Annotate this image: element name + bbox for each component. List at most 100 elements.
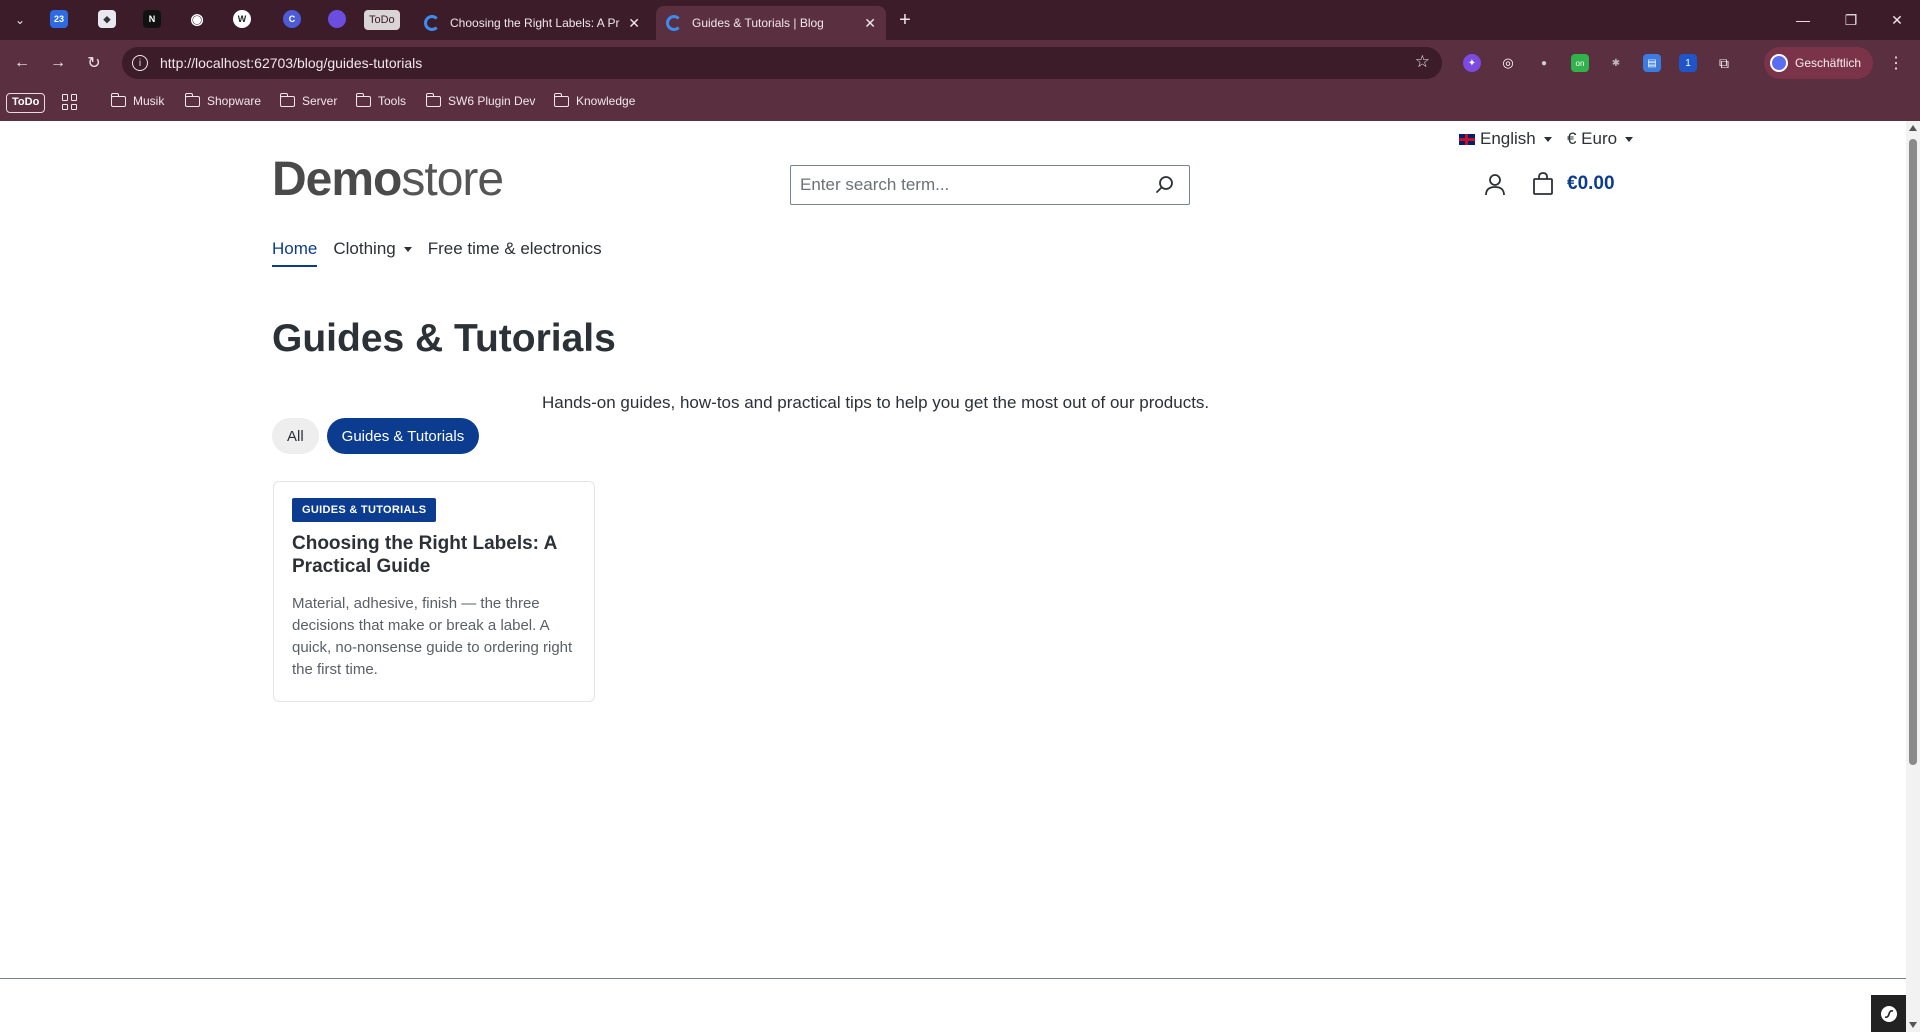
extension-shield-icon[interactable]: 1 — [1679, 54, 1697, 72]
tab-title: Choosing the Right Labels: A Practical G… — [450, 16, 620, 30]
pinned-wordpress-icon[interactable]: W — [233, 10, 251, 28]
filter-chip-all[interactable]: All — [272, 418, 319, 454]
bookmark-label: Shopware — [207, 94, 262, 108]
chevron-down-icon — [403, 246, 412, 252]
tab-title: Guides & Tutorials | Blog — [692, 16, 824, 30]
folder-icon — [356, 92, 371, 107]
pinned-todo-tab[interactable]: ToDo — [364, 10, 400, 30]
folder-icon — [185, 92, 200, 107]
restore-icon[interactable]: ❐ — [1836, 8, 1866, 32]
bookmark-folder-knowledge[interactable]: Knowledge — [554, 92, 636, 108]
bookmark-label: SW6 Plugin Dev — [448, 94, 536, 108]
footer-divider — [0, 978, 1906, 979]
language-label: English — [1480, 129, 1536, 148]
folder-icon — [426, 92, 441, 107]
post-title[interactable]: Choosing the Right Labels: A Practical G… — [292, 532, 576, 578]
filter-chip-guides-tutorials[interactable]: Guides & Tutorials — [326, 418, 480, 454]
tab-guides-tutorials[interactable]: Guides & Tutorials | Blog ✕ — [656, 6, 886, 40]
site-info-icon[interactable]: i — [132, 55, 148, 71]
storefront-page: English € Euro Demostore €0.00 Home Clot… — [0, 121, 1906, 1032]
browser-tab-bar: ⌄ 23 ◆ N ◉ W C ToDo Choosing the Right L… — [0, 0, 1920, 40]
tab-choosing-labels[interactable]: Choosing the Right Labels: A Practical G… — [414, 6, 650, 40]
bookmark-folder-server[interactable]: Server — [280, 92, 338, 108]
scroll-down-icon[interactable] — [1909, 1022, 1917, 1028]
extensions-puzzle-icon[interactable]: ⧉ — [1715, 54, 1733, 72]
pinned-notion-icon[interactable]: N — [143, 10, 161, 28]
blog-post-card[interactable]: GUIDES & TUTORIALS Choosing the Right La… — [273, 481, 595, 702]
page-description: Hands-on guides, how-tos and practical t… — [542, 393, 1210, 412]
tab-search-icon[interactable]: ⌄ — [8, 8, 32, 32]
search-icon[interactable] — [1149, 169, 1181, 201]
scroll-up-icon[interactable] — [1909, 125, 1917, 131]
pinned-app-icon-2[interactable]: C — [283, 10, 301, 28]
minimize-icon[interactable]: — — [1788, 8, 1818, 32]
extension-gear-icon[interactable]: ✦ — [1463, 54, 1481, 72]
url-text[interactable]: http://localhost:62703/blog/guides-tutor… — [160, 55, 422, 71]
page-title: Guides & Tutorials — [272, 317, 616, 360]
uk-flag-icon — [1459, 133, 1475, 145]
extension-bug-icon[interactable]: ✱ — [1607, 54, 1625, 72]
extension-translate-icon[interactable]: ▤ — [1643, 54, 1661, 72]
bookmark-star-icon[interactable]: ☆ — [1415, 52, 1430, 72]
search-form — [790, 165, 1190, 205]
shopware-favicon-icon — [424, 15, 440, 31]
nav-label: Home — [272, 239, 318, 258]
page-scrollbar[interactable] — [1906, 121, 1920, 1032]
extension-on-icon[interactable]: on — [1571, 54, 1589, 72]
nav-item-clothing[interactable]: Clothing — [333, 239, 412, 267]
tab-close-icon[interactable]: ✕ — [628, 15, 640, 32]
extension-drop-icon[interactable]: ● — [1535, 54, 1553, 72]
menu-kebab-icon[interactable]: ⋮ — [1884, 51, 1908, 75]
account-icon[interactable] — [1482, 172, 1508, 198]
nav-item-free-time-electronics[interactable]: Free time & electronics — [428, 239, 602, 267]
search-input[interactable] — [791, 175, 1149, 195]
bookmark-label: Knowledge — [576, 94, 636, 108]
chevron-down-icon — [1625, 136, 1634, 142]
browser-toolbar: ← → ↻ i http://localhost:62703/blog/guid… — [0, 40, 1920, 85]
logo-light: store — [401, 153, 504, 206]
currency-label: € Euro — [1567, 129, 1618, 148]
currency-switcher[interactable]: € Euro — [1567, 129, 1634, 149]
close-window-icon[interactable]: ✕ — [1882, 8, 1912, 32]
folder-icon — [554, 92, 569, 107]
profile-button[interactable]: Geschäftlich — [1764, 47, 1874, 79]
back-icon[interactable]: ← — [10, 51, 34, 75]
new-tab-button[interactable]: + — [893, 8, 917, 32]
language-switcher[interactable]: English — [1459, 129, 1552, 149]
extension-glasses-icon[interactable]: ◎ — [1499, 54, 1517, 72]
post-excerpt: Material, adhesive, finish — the three d… — [292, 595, 573, 678]
cart-icon[interactable] — [1530, 171, 1556, 197]
pinned-github-icon[interactable]: ◉ — [188, 10, 206, 28]
folder-icon — [280, 92, 295, 107]
reload-icon[interactable]: ↻ — [82, 51, 106, 75]
shopware-favicon-icon — [666, 15, 682, 31]
bookmark-label: Server — [302, 94, 338, 108]
bookmark-label: Musik — [133, 94, 165, 108]
nav-item-home[interactable]: Home — [272, 239, 318, 267]
nav-label: Clothing — [333, 239, 396, 258]
nav-label: Free time & electronics — [427, 239, 602, 258]
tab-close-icon[interactable]: ✕ — [864, 15, 876, 32]
symfony-toolbar-icon[interactable] — [1871, 995, 1906, 1032]
pinned-app-icon-3[interactable] — [328, 10, 346, 28]
apps-grid-icon[interactable] — [62, 94, 78, 110]
chevron-down-icon — [1543, 136, 1552, 142]
bookmark-todo[interactable]: ToDo — [6, 93, 46, 113]
address-bar[interactable]: i http://localhost:62703/blog/guides-tut… — [122, 47, 1442, 79]
cart-total[interactable]: €0.00 — [1567, 173, 1615, 195]
forward-icon[interactable]: → — [46, 51, 70, 75]
pinned-app-icon[interactable]: ◆ — [98, 10, 116, 28]
bookmark-label: Tools — [378, 94, 407, 108]
profile-label: Geschäftlich — [1795, 56, 1862, 70]
pinned-calendar-icon[interactable]: 23 — [50, 10, 68, 28]
bookmark-folder-musik[interactable]: Musik — [111, 92, 165, 108]
avatar — [1770, 54, 1788, 72]
main-navigation: Home Clothing Free time & electronics — [272, 239, 618, 267]
store-logo[interactable]: Demostore — [272, 153, 504, 206]
scrollbar-thumb[interactable] — [1909, 139, 1917, 765]
bookmark-folder-tools[interactable]: Tools — [356, 92, 407, 108]
category-filter: All Guides & Tutorials — [272, 418, 487, 454]
bookmark-folder-sw6-plugin-dev[interactable]: SW6 Plugin Dev — [426, 92, 536, 108]
bookmark-folder-shopware[interactable]: Shopware — [185, 92, 262, 108]
category-badge[interactable]: GUIDES & TUTORIALS — [292, 498, 437, 522]
